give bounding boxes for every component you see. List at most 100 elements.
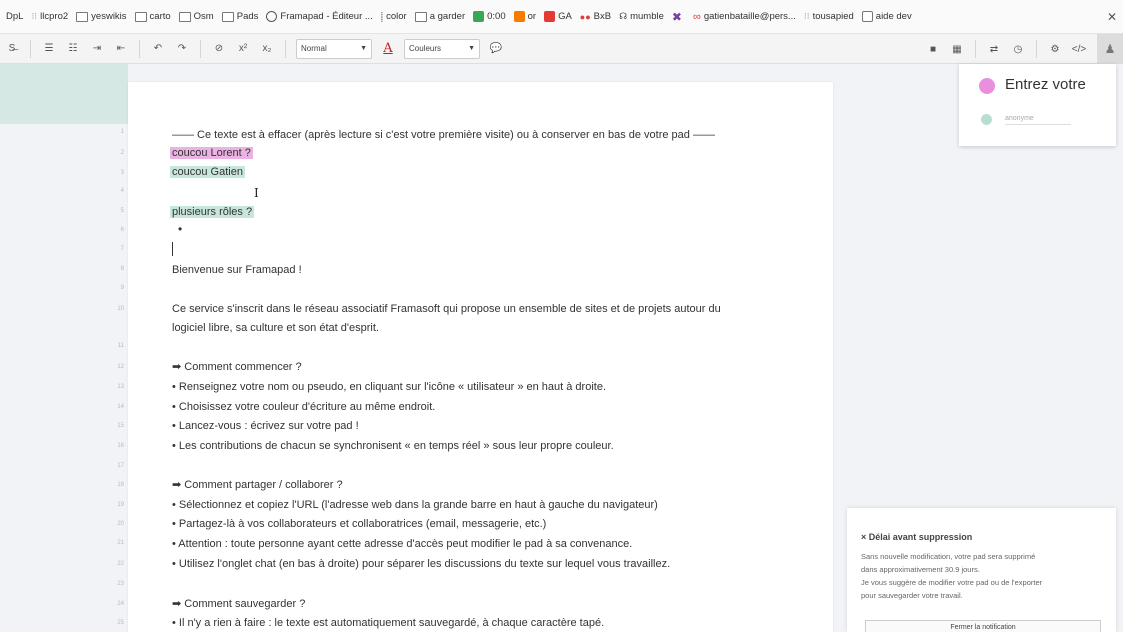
unordered-list-icon[interactable]: ☰ xyxy=(41,38,57,60)
pad-line[interactable]: coucou Lorent ? xyxy=(170,146,253,161)
redo-icon[interactable]: ↷ xyxy=(174,38,190,60)
strikethrough-icon[interactable]: S̶ xyxy=(4,38,20,60)
pad-line[interactable]: ➡ Comment commencer ? xyxy=(172,360,302,375)
pad-line[interactable]: —— Ce texte est à effacer (après lecture… xyxy=(172,128,715,143)
close-notification-button[interactable]: Fermer la notification xyxy=(865,620,1101,632)
line-number: 2 xyxy=(120,150,124,156)
text-caret xyxy=(172,242,173,256)
globe-icon xyxy=(266,11,278,22)
line-number: 12 xyxy=(117,364,124,370)
bookmark-a-garder[interactable]: a garder xyxy=(414,11,465,22)
bookmark-or[interactable]: or xyxy=(513,11,536,22)
bookmark-osm[interactable]: Osm xyxy=(178,11,214,22)
pad-line[interactable]: coucou Gatien xyxy=(170,165,245,180)
line-number: 14 xyxy=(117,404,124,410)
close-icon[interactable]: ✕ xyxy=(1107,10,1117,24)
subscript-button[interactable]: x₂ xyxy=(259,38,275,60)
embed-icon[interactable]: </> xyxy=(1071,38,1087,60)
pad-line[interactable]: ➡ Comment sauvegarder ? xyxy=(172,597,305,612)
bookmark-bxb[interactable]: ●● BxB xyxy=(580,11,611,22)
comment-icon[interactable]: 💬 xyxy=(488,38,504,60)
line-number: 4 xyxy=(120,188,124,194)
color-select[interactable]: Couleurs ▼ xyxy=(404,38,480,59)
bookmark-pads[interactable]: Pads xyxy=(221,11,258,22)
line-number: 23 xyxy=(117,581,124,587)
pad-line[interactable]: plusieurs rôles ? xyxy=(170,205,255,220)
bookmark-timer[interactable]: 0:00 xyxy=(473,11,506,22)
line-number: 5 xyxy=(120,208,124,214)
line-number: 6 xyxy=(120,227,124,233)
chevron-down-icon: ▼ xyxy=(468,45,475,52)
outdent-icon[interactable]: ⇤ xyxy=(113,38,129,60)
indent-icon[interactable]: ⇥ xyxy=(89,38,105,60)
bookmark-llcpro2[interactable]: ⁝⁝ llcpro2 xyxy=(31,11,68,22)
bookmark-carto[interactable]: carto xyxy=(134,11,171,22)
line-number: 3 xyxy=(120,170,124,176)
pad-line[interactable]: • Les contributions de chacun se synchro… xyxy=(172,439,614,454)
toolbar-divider xyxy=(200,39,201,58)
line-number: 10 xyxy=(117,306,124,312)
folder-icon xyxy=(134,11,147,22)
style-select[interactable]: Normal ▼ xyxy=(296,38,372,59)
undo-icon[interactable]: ↶ xyxy=(150,38,166,60)
pad-line[interactable]: ➡ Comment partager / collaborer ? xyxy=(172,478,343,493)
pad-line[interactable]: • Choisissez votre couleur d'écriture au… xyxy=(172,400,435,415)
list-bullet: • xyxy=(178,222,183,236)
ordered-list-icon[interactable]: ☷ xyxy=(65,38,81,60)
toolbar-divider xyxy=(285,39,286,58)
bookmark-ga[interactable]: GA xyxy=(544,11,572,22)
bookmark-tousapied[interactable]: ⁝⁝ tousapied xyxy=(804,11,854,22)
background-panel xyxy=(0,64,128,124)
mouse-cursor-icon: I xyxy=(254,186,259,200)
line-number: 16 xyxy=(117,443,124,449)
folder-icon xyxy=(221,11,234,22)
line-number: 11 xyxy=(117,343,124,349)
line-number: 25 xyxy=(117,620,124,626)
pad-line[interactable]: • Lancez-vous : écrivez sur votre pad ! xyxy=(172,419,359,434)
ga-icon xyxy=(544,11,556,22)
superscript-button[interactable]: x² xyxy=(235,38,251,60)
line-number: 8 xyxy=(120,266,124,272)
pad-line[interactable] xyxy=(172,242,173,261)
folder-icon xyxy=(414,11,427,22)
users-button[interactable]: ♟ xyxy=(1097,34,1123,64)
pad-line[interactable]: • Il n'y a rien à faire : le texte est a… xyxy=(172,616,604,631)
line-number: 15 xyxy=(117,423,124,429)
pad-line[interactable]: logiciel libre, sa culture et son état d… xyxy=(172,321,379,336)
line-number: 17 xyxy=(117,463,124,469)
toolbar-divider xyxy=(975,40,976,58)
bookmark-mumble[interactable]: ☊ mumble xyxy=(619,11,664,22)
author-highlight-teal: coucou Gatien xyxy=(170,166,245,178)
pad-line[interactable]: • Sélectionnez et copiez l'URL (l'adress… xyxy=(172,498,658,513)
pad-line[interactable]: • Attention : toute personne ayant cette… xyxy=(172,537,632,552)
bookmark-gatien[interactable]: ∞ gatienbataille@pers... xyxy=(693,11,796,23)
pad-line[interactable]: Ce service s'inscrit dans le réseau asso… xyxy=(172,302,721,317)
pad-line[interactable]: • xyxy=(172,222,182,238)
pad-line[interactable]: • Partagez-là à vos collaborateurs et co… xyxy=(172,517,546,532)
import-export-icon[interactable]: ▦ xyxy=(949,38,965,60)
line-number: 9 xyxy=(120,285,124,291)
bookmark-cross[interactable]: ✖ xyxy=(672,10,685,24)
bookmark-color[interactable]: ⸽ color xyxy=(381,10,407,23)
user-color-swatch[interactable] xyxy=(979,78,995,94)
settings-icon[interactable]: ⚙ xyxy=(1047,38,1063,60)
deletion-notification: × Délai avant suppression Sans nouvelle … xyxy=(847,508,1116,632)
line-number: 13 xyxy=(117,384,124,390)
bookmark-yeswikis[interactable]: yeswikis xyxy=(76,11,127,22)
video-icon[interactable]: ■ xyxy=(925,38,941,60)
or-icon xyxy=(513,11,525,22)
timeslider-icon[interactable]: ⇄ xyxy=(986,38,1002,60)
bookmark-framapad[interactable]: Framapad - Éditeur ... xyxy=(266,11,373,22)
bookmark-aide-dev[interactable]: aide dev xyxy=(861,11,912,22)
clear-authorship-icon[interactable]: ⊘ xyxy=(211,38,227,60)
line-number: 24 xyxy=(117,601,124,607)
pad-line[interactable]: Bienvenue sur Framapad ! xyxy=(172,263,302,278)
font-color-icon[interactable]: A xyxy=(380,38,396,60)
notification-title[interactable]: × Délai avant suppression xyxy=(861,532,972,542)
pad-line[interactable]: • Utilisez l'onglet chat (en bas à droit… xyxy=(172,557,670,572)
pad-line[interactable]: • Renseignez votre nom ou pseudo, en cli… xyxy=(172,380,606,395)
search-icon xyxy=(861,11,873,22)
bookmark-dpl[interactable]: DpL xyxy=(6,11,23,22)
history-icon[interactable]: ◷ xyxy=(1010,38,1026,60)
username-input[interactable]: Entrez votre xyxy=(1005,76,1086,93)
